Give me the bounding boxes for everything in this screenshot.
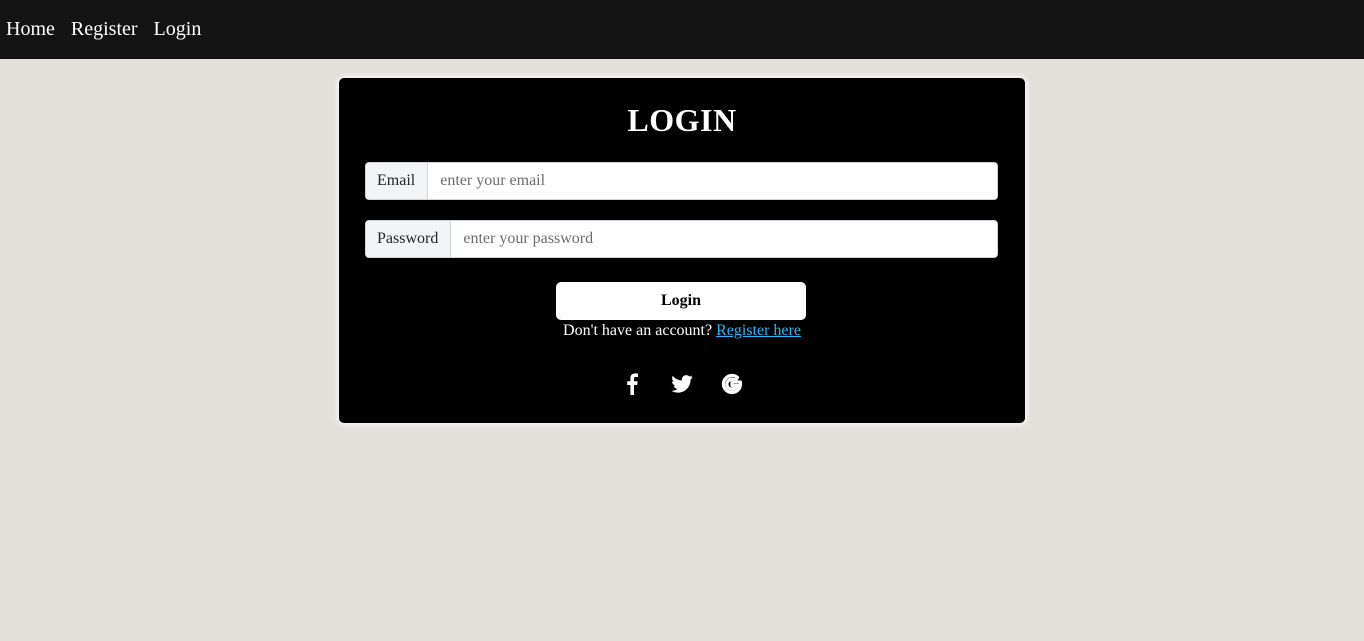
password-label: Password: [366, 221, 452, 257]
google-icon[interactable]: [707, 370, 757, 398]
password-input[interactable]: [451, 221, 997, 257]
email-input-group: Email: [365, 162, 998, 200]
login-button[interactable]: Login: [556, 282, 806, 320]
register-here-link[interactable]: Register here: [716, 322, 801, 339]
email-label: Email: [366, 163, 429, 199]
nav-login-link[interactable]: Login: [154, 18, 202, 41]
social-login-row: [339, 370, 1025, 398]
password-input-group: Password: [365, 220, 998, 258]
nav-register-link[interactable]: Register: [71, 18, 138, 41]
top-navbar: Home Register Login: [0, 0, 1364, 59]
twitter-icon[interactable]: [657, 370, 707, 398]
register-prompt-line: Don't have an account? Register here: [339, 322, 1025, 340]
login-title: LOGIN: [627, 102, 737, 138]
login-card: LOGIN Email Password Login Don't have an…: [339, 78, 1025, 423]
email-input[interactable]: [428, 163, 997, 199]
register-prompt-text: Don't have an account?: [563, 322, 713, 339]
facebook-icon[interactable]: [607, 370, 657, 398]
nav-home-link[interactable]: Home: [6, 18, 55, 41]
